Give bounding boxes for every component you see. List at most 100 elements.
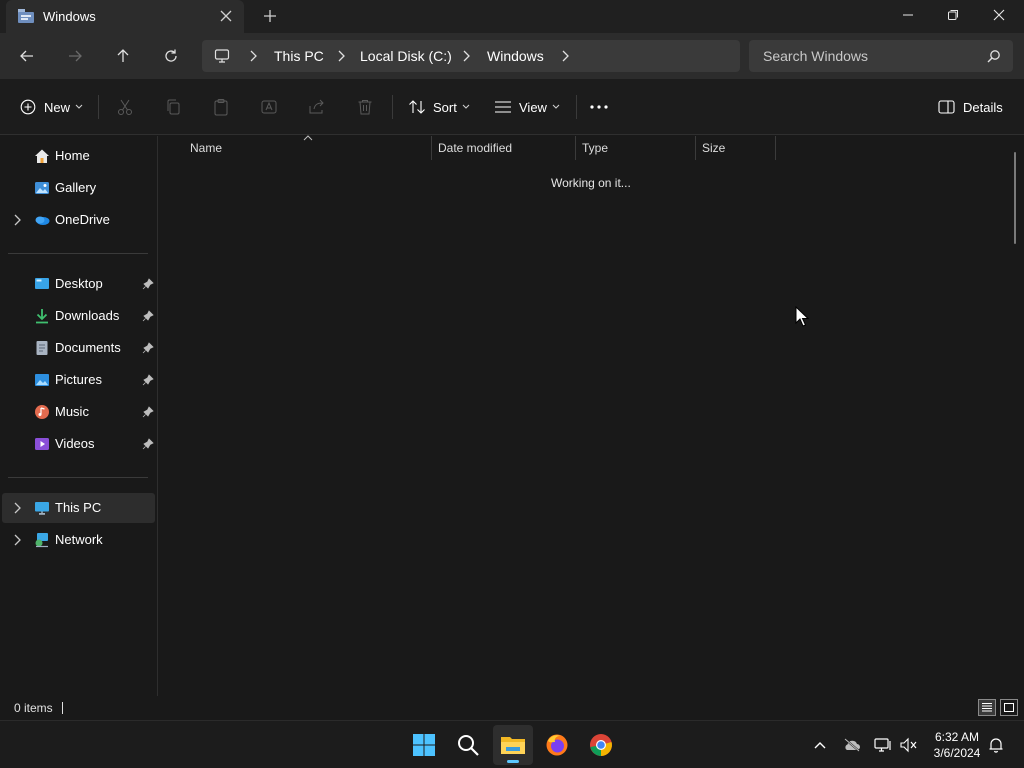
pin-icon[interactable] — [142, 406, 154, 418]
start-button[interactable] — [404, 725, 444, 765]
chrome-icon — [590, 734, 612, 756]
new-button[interactable]: New — [20, 97, 83, 117]
restore-button[interactable] — [930, 0, 976, 30]
clock[interactable]: 6:32 AM 3/6/2024 — [926, 729, 988, 761]
file-explorer-icon — [501, 737, 525, 754]
column-divider[interactable] — [695, 136, 696, 160]
pin-icon[interactable] — [142, 310, 154, 322]
sidebar-item-label: Desktop — [55, 276, 103, 291]
chrome-taskbar-button[interactable] — [581, 725, 621, 765]
notifications-button[interactable] — [987, 736, 1005, 754]
breadcrumb-local-disk[interactable]: Local Disk (C:) — [360, 48, 452, 64]
sidebar-item-this-pc[interactable]: This PC — [2, 493, 155, 523]
share-button[interactable] — [308, 97, 326, 117]
details-pane-button[interactable]: Details — [938, 97, 1003, 117]
sidebar-item-onedrive[interactable]: OneDrive — [2, 205, 155, 235]
vertical-scrollbar[interactable] — [1014, 152, 1016, 244]
pin-icon[interactable] — [142, 438, 154, 450]
search-taskbar-button[interactable] — [448, 725, 488, 765]
chevron-right-icon[interactable] — [12, 502, 22, 514]
search-box[interactable]: Search Windows — [749, 40, 1013, 72]
clock-date: 3/6/2024 — [933, 746, 981, 760]
active-app-indicator — [507, 760, 519, 763]
chevron-right-icon[interactable] — [461, 50, 471, 62]
chevron-up-icon — [814, 742, 826, 749]
chevron-right-icon[interactable] — [336, 50, 346, 62]
search-placeholder[interactable]: Search Windows — [763, 48, 868, 64]
pin-icon[interactable] — [142, 374, 154, 386]
tab-windows[interactable]: Windows — [6, 0, 244, 33]
column-divider[interactable] — [431, 136, 432, 160]
chevron-down-icon — [75, 104, 83, 109]
sidebar-item-downloads[interactable]: Downloads — [2, 301, 155, 331]
column-header-date-modified[interactable]: Date modified — [438, 141, 512, 155]
breadcrumb-windows[interactable]: Windows — [487, 48, 544, 64]
firefox-taskbar-button[interactable] — [537, 725, 577, 765]
status-divider — [62, 702, 63, 714]
minimize-button[interactable] — [885, 0, 931, 30]
file-explorer-taskbar-button[interactable] — [493, 725, 533, 765]
monitor-icon[interactable] — [214, 48, 230, 64]
network-tray-icon[interactable] — [874, 736, 892, 754]
sidebar-item-desktop[interactable]: Desktop — [2, 269, 155, 299]
bell-icon — [989, 738, 1003, 753]
sidebar-item-home[interactable]: Home — [2, 141, 155, 171]
new-tab-icon[interactable] — [262, 8, 278, 24]
chevron-right-icon[interactable] — [12, 214, 22, 226]
volume-tray-icon[interactable] — [900, 736, 918, 754]
sidebar-item-videos[interactable]: Videos — [2, 429, 155, 459]
navigation-pane: Home Gallery OneDrive Desktop Downloads … — [0, 136, 158, 696]
firefox-icon — [546, 734, 568, 756]
sidebar-item-gallery[interactable]: Gallery — [2, 173, 155, 203]
column-divider[interactable] — [575, 136, 576, 160]
show-hidden-icons-button[interactable] — [811, 736, 829, 754]
close-window-button[interactable] — [976, 0, 1022, 30]
refresh-button[interactable] — [159, 45, 183, 67]
column-header-type[interactable]: Type — [582, 141, 608, 155]
column-header-size[interactable]: Size — [702, 141, 725, 155]
breadcrumb-this-pc[interactable]: This PC — [274, 48, 324, 64]
cloud-offline-icon — [844, 738, 860, 752]
column-divider[interactable] — [775, 136, 776, 160]
file-list-pane[interactable]: Name Date modified Type Size Working on … — [159, 135, 1024, 696]
rename-icon — [261, 100, 277, 114]
chevron-right-icon[interactable] — [12, 534, 22, 546]
paste-button[interactable] — [212, 97, 230, 117]
cut-button[interactable] — [116, 97, 134, 117]
tab-title: Windows — [43, 9, 96, 24]
sidebar-item-documents[interactable]: Documents — [2, 333, 155, 363]
chevron-right-icon[interactable] — [248, 50, 258, 62]
copy-button[interactable] — [164, 97, 182, 117]
sort-button[interactable]: Sort — [408, 97, 470, 117]
more-dots-icon — [590, 105, 608, 109]
sidebar-item-music[interactable]: Music — [2, 397, 155, 427]
pin-icon[interactable] — [142, 342, 154, 354]
search-icon[interactable] — [987, 49, 1001, 63]
address-bar[interactable]: This PC Local Disk (C:) Windows — [202, 40, 740, 72]
divider — [98, 95, 99, 119]
forward-button[interactable] — [63, 45, 87, 67]
sort-arrows-icon — [409, 100, 425, 114]
minimize-icon — [903, 14, 913, 16]
back-button[interactable] — [15, 45, 39, 67]
large-icons-view-button[interactable] — [1000, 699, 1018, 716]
close-tab-icon[interactable] — [218, 8, 234, 24]
more-options-button[interactable] — [590, 97, 608, 117]
up-button[interactable] — [111, 45, 135, 67]
list-view-icon — [495, 101, 511, 113]
onedrive-tray-icon[interactable] — [843, 736, 861, 754]
details-view-button[interactable] — [978, 699, 996, 716]
sidebar-item-network[interactable]: Network — [2, 525, 155, 555]
speaker-muted-icon — [900, 737, 917, 753]
rename-button[interactable] — [260, 97, 278, 117]
home-icon — [35, 149, 49, 163]
delete-button[interactable] — [356, 97, 374, 117]
column-header-name[interactable]: Name — [190, 141, 222, 155]
folder-tab-icon — [18, 9, 34, 23]
network-icon — [35, 533, 48, 548]
navigation-bar: This PC Local Disk (C:) Windows Search W… — [0, 33, 1024, 79]
sidebar-item-pictures[interactable]: Pictures — [2, 365, 155, 395]
pin-icon[interactable] — [142, 278, 154, 290]
view-button[interactable]: View — [494, 97, 560, 117]
chevron-right-icon[interactable] — [560, 50, 570, 62]
